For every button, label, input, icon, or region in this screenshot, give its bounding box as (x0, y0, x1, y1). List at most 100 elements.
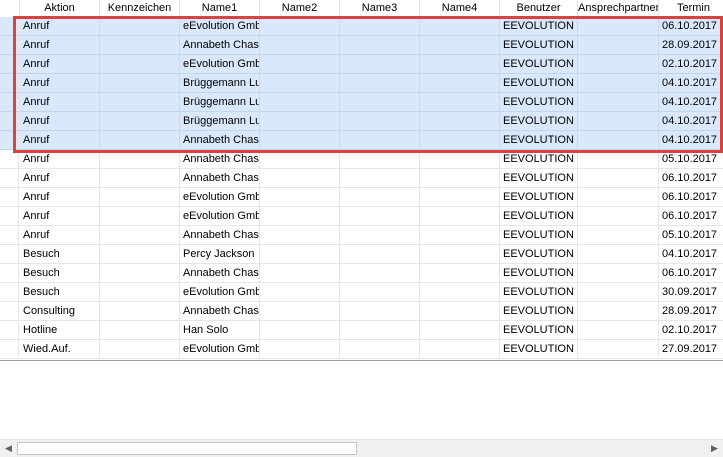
table-row[interactable]: Anruf Brüggemann Luis EEVOLUTION 04.10.2017 (0, 93, 723, 112)
cell-benutzer[interactable]: EEVOLUTION (500, 131, 578, 149)
cell-kennzeichen[interactable] (100, 188, 180, 206)
cell-aktion[interactable]: Anruf (20, 74, 100, 92)
cell-name3[interactable] (340, 340, 420, 358)
cell-aktion[interactable]: Anruf (20, 36, 100, 54)
cell-ansprechpartner[interactable] (578, 93, 659, 111)
cell-aktion[interactable]: Besuch (20, 283, 100, 301)
cell-name2[interactable] (260, 264, 340, 282)
cell-name1[interactable]: eEvolution Gmbh (180, 188, 260, 206)
row-header[interactable] (0, 340, 19, 358)
cell-benutzer[interactable]: EEVOLUTION (500, 36, 578, 54)
cell-name4[interactable] (420, 264, 500, 282)
cell-termin[interactable]: 04.10.2017 (659, 93, 723, 111)
cell-name4[interactable] (420, 112, 500, 130)
cell-ansprechpartner[interactable] (578, 112, 659, 130)
row-header[interactable] (0, 36, 19, 54)
cell-name1[interactable]: Annabeth Chase (180, 150, 260, 168)
cell-ansprechpartner[interactable] (578, 207, 659, 225)
chevron-left-icon[interactable]: ◀ (0, 440, 17, 457)
row-header[interactable] (0, 188, 19, 206)
cell-name1[interactable]: Annabeth Chase (180, 169, 260, 187)
cell-name4[interactable] (420, 226, 500, 244)
cell-termin[interactable]: 06.10.2017 (659, 169, 723, 187)
row-header[interactable] (0, 131, 19, 149)
cell-name2[interactable] (260, 302, 340, 320)
cell-termin[interactable]: 06.10.2017 (659, 188, 723, 206)
cell-termin[interactable]: 06.10.2017 (659, 17, 723, 35)
table-row[interactable]: Anruf Brüggemann Luis EEVOLUTION 04.10.2017 (0, 74, 723, 93)
cell-termin[interactable]: 02.10.2017 (659, 55, 723, 73)
cell-kennzeichen[interactable] (100, 283, 180, 301)
cell-name2[interactable] (260, 55, 340, 73)
cell-kennzeichen[interactable] (100, 207, 180, 225)
cell-name1[interactable]: Han Solo (180, 321, 260, 339)
cell-name3[interactable] (340, 302, 420, 320)
cell-benutzer[interactable]: EEVOLUTION (500, 169, 578, 187)
cell-ansprechpartner[interactable] (578, 169, 659, 187)
row-header[interactable] (0, 264, 19, 282)
cell-name4[interactable] (420, 74, 500, 92)
cell-name1[interactable]: Brüggemann Luis (180, 74, 260, 92)
cell-benutzer[interactable]: EEVOLUTION (500, 207, 578, 225)
table-row[interactable]: Anruf eEvolution Gmbh EEVOLUTION 02.10.2017 (0, 55, 723, 74)
column-header-kennzeichen[interactable]: Kennzeichen (100, 0, 180, 17)
row-header[interactable] (0, 302, 19, 320)
cell-benutzer[interactable]: EEVOLUTION (500, 302, 578, 320)
cell-name3[interactable] (340, 283, 420, 301)
cell-name3[interactable] (340, 74, 420, 92)
column-header-benutzer[interactable]: Benutzer (500, 0, 578, 17)
table-row[interactable]: Anruf Annabeth Chase EEVOLUTION 06.10.2017 (0, 169, 723, 188)
table-row[interactable]: Consulting Annabeth Chase EEVOLUTION 28.09.… (0, 302, 723, 321)
cell-benutzer[interactable]: EEVOLUTION (500, 150, 578, 168)
table-row[interactable]: Anruf eEvolution Gmbh EEVOLUTION 06.10.2017 (0, 17, 723, 36)
cell-name1[interactable]: Annabeth Chase (180, 226, 260, 244)
cell-termin[interactable]: 06.10.2017 (659, 264, 723, 282)
cell-name3[interactable] (340, 131, 420, 149)
cell-kennzeichen[interactable] (100, 17, 180, 35)
cell-benutzer[interactable]: EEVOLUTION (500, 188, 578, 206)
cell-aktion[interactable]: Anruf (20, 169, 100, 187)
row-header[interactable] (0, 112, 19, 130)
cell-termin[interactable]: 27.09.2017 (659, 340, 723, 358)
table-row[interactable]: Anruf Annabeth Chase EEVOLUTION 04.10.2017 (0, 131, 723, 150)
cell-name3[interactable] (340, 245, 420, 263)
cell-aktion[interactable]: Anruf (20, 207, 100, 225)
cell-name4[interactable] (420, 17, 500, 35)
cell-name3[interactable] (340, 321, 420, 339)
cell-name1[interactable]: eEvolution Gmbh (180, 55, 260, 73)
cell-kennzeichen[interactable] (100, 264, 180, 282)
cell-termin[interactable]: 04.10.2017 (659, 74, 723, 92)
column-header-name4[interactable]: Name4 (420, 0, 500, 17)
cell-kennzeichen[interactable] (100, 321, 180, 339)
table-row[interactable]: Anruf Annabeth Chase EEVOLUTION 05.10.2017 (0, 150, 723, 169)
row-header[interactable] (0, 283, 19, 301)
cell-kennzeichen[interactable] (100, 112, 180, 130)
cell-ansprechpartner[interactable] (578, 188, 659, 206)
table-row[interactable]: Anruf Annabeth Chase EEVOLUTION 05.10.2017 (0, 226, 723, 245)
column-header-aktion[interactable]: Aktion (20, 0, 100, 17)
cell-kennzeichen[interactable] (100, 74, 180, 92)
table-row[interactable]: Besuch Percy Jackson EEVOLUTION 04.10.2017 (0, 245, 723, 264)
cell-kennzeichen[interactable] (100, 302, 180, 320)
row-header[interactable] (0, 17, 19, 35)
table-row[interactable]: Anruf eEvolution Gmbh EEVOLUTION 06.10.2017 (0, 207, 723, 226)
cell-benutzer[interactable]: EEVOLUTION (500, 340, 578, 358)
cell-name4[interactable] (420, 245, 500, 263)
cell-name2[interactable] (260, 226, 340, 244)
cell-name1[interactable]: Brüggemann Luis (180, 93, 260, 111)
cell-name4[interactable] (420, 150, 500, 168)
cell-name1[interactable]: Percy Jackson (180, 245, 260, 263)
cell-ansprechpartner[interactable] (578, 55, 659, 73)
cell-aktion[interactable]: Anruf (20, 93, 100, 111)
cell-name4[interactable] (420, 207, 500, 225)
cell-aktion[interactable]: Anruf (20, 17, 100, 35)
cell-termin[interactable]: 05.10.2017 (659, 226, 723, 244)
cell-name2[interactable] (260, 112, 340, 130)
cell-ansprechpartner[interactable] (578, 74, 659, 92)
cell-termin[interactable]: 04.10.2017 (659, 131, 723, 149)
cell-benutzer[interactable]: EEVOLUTION (500, 55, 578, 73)
cell-aktion[interactable]: Anruf (20, 150, 100, 168)
cell-ansprechpartner[interactable] (578, 17, 659, 35)
cell-aktion[interactable]: Anruf (20, 188, 100, 206)
cell-benutzer[interactable]: EEVOLUTION (500, 93, 578, 111)
